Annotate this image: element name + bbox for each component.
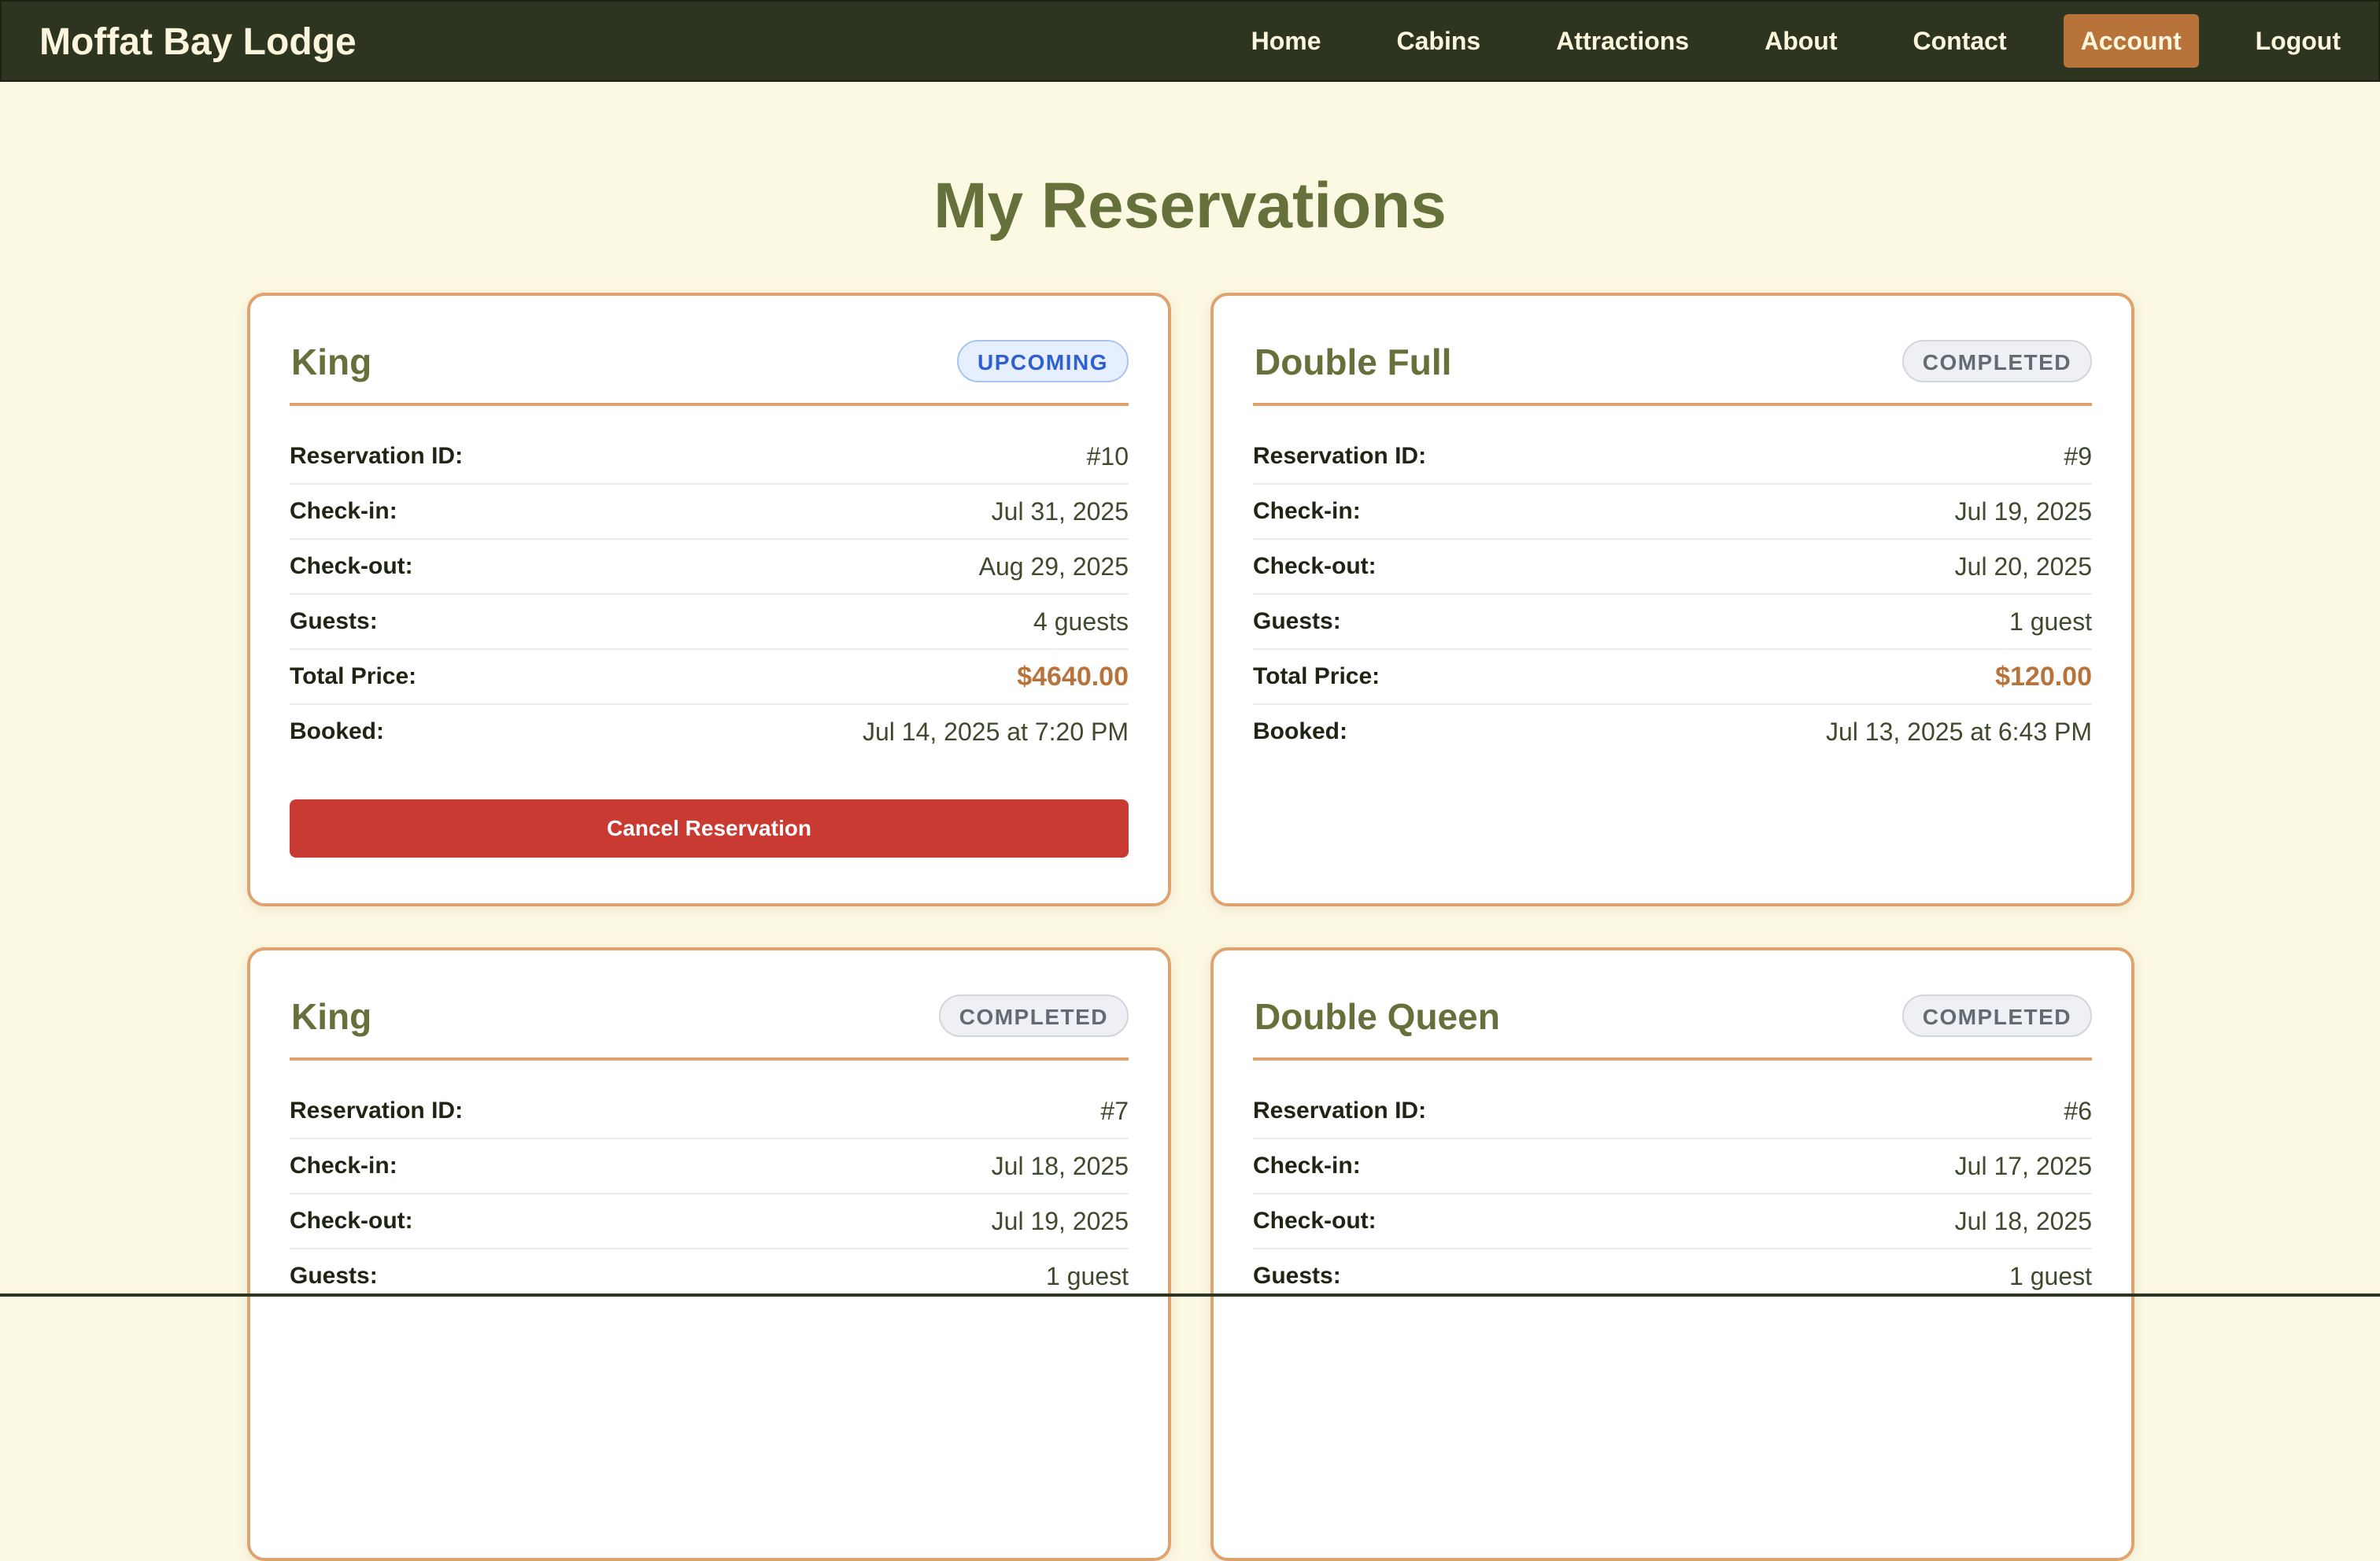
nav-link-home[interactable]: Home — [1232, 14, 1340, 68]
nav-link-contact[interactable]: Contact — [1894, 14, 2026, 68]
row-label: Check-in: — [290, 498, 397, 524]
room-name: Double Queen — [1255, 996, 1500, 1037]
row-value: #9 — [2064, 442, 2092, 471]
row-label: Total Price: — [1253, 663, 1380, 689]
row-value: 4 guests — [1033, 607, 1129, 636]
row-value: 1 guest — [1046, 1262, 1129, 1290]
window-bottom-edge — [0, 1293, 2380, 1297]
detail-row-check-in: Check-in: Jul 18, 2025 — [290, 1139, 1129, 1194]
row-value: Jul 20, 2025 — [1954, 552, 2092, 581]
row-label: Check-out: — [290, 553, 413, 579]
detail-row-total-price: Total Price: $120.00 — [1253, 650, 2092, 705]
card-header: Double Queen COMPLETED — [1253, 990, 2092, 1061]
reservation-card: King UPCOMING Reservation ID: #10 Check-… — [247, 293, 1171, 906]
detail-row-check-out: Check-out: Jul 18, 2025 — [1253, 1194, 2092, 1249]
room-name: King — [291, 996, 372, 1037]
detail-row-guests: Guests: 1 guest — [1253, 595, 2092, 650]
row-label: Check-in: — [1253, 498, 1361, 524]
row-label: Check-out: — [1253, 553, 1377, 579]
row-label: Reservation ID: — [1253, 1098, 1427, 1124]
detail-row-reservation-id: Reservation ID: #10 — [290, 430, 1129, 485]
detail-row-total-price: Total Price: $4640.00 — [290, 650, 1129, 705]
nav-link-cabins[interactable]: Cabins — [1378, 14, 1500, 68]
room-name: Double Full — [1255, 341, 1452, 382]
row-label: Total Price: — [290, 663, 417, 689]
card-header: King UPCOMING — [290, 335, 1129, 406]
nav-link-account[interactable]: Account — [2063, 14, 2199, 68]
detail-row-reservation-id: Reservation ID: #9 — [1253, 430, 2092, 485]
detail-row-reservation-id: Reservation ID: #6 — [1253, 1084, 2092, 1139]
room-name: King — [291, 341, 372, 382]
row-value: Jul 18, 2025 — [1954, 1207, 2092, 1235]
row-value: Jul 31, 2025 — [991, 497, 1129, 526]
card-header: Double Full COMPLETED — [1253, 335, 2092, 406]
row-value: Jul 13, 2025 at 6:43 PM — [1826, 718, 2092, 746]
row-label: Check-out: — [1253, 1208, 1377, 1234]
row-value-price: $120.00 — [1995, 662, 2092, 692]
row-label: Booked: — [290, 718, 384, 744]
row-value: 1 guest — [2009, 1262, 2092, 1290]
status-badge: UPCOMING — [957, 340, 1129, 382]
reservation-card: Double Full COMPLETED Reservation ID: #9… — [1210, 293, 2134, 906]
row-value: Jul 18, 2025 — [991, 1152, 1129, 1180]
detail-row-guests: Guests: 4 guests — [290, 595, 1129, 650]
detail-row-check-in: Check-in: Jul 17, 2025 — [1253, 1139, 2092, 1194]
row-label: Guests: — [290, 1263, 378, 1289]
page-title: My Reservations — [933, 170, 1447, 242]
row-value-price: $4640.00 — [1017, 662, 1129, 692]
nav-links: Home Cabins Attractions About Contact Ac… — [1214, 2, 2378, 80]
row-value: Jul 19, 2025 — [1954, 497, 2092, 526]
detail-row-check-in: Check-in: Jul 31, 2025 — [290, 485, 1129, 540]
status-badge: COMPLETED — [1901, 340, 2092, 382]
row-label: Guests: — [1253, 608, 1341, 634]
detail-row-check-in: Check-in: Jul 19, 2025 — [1253, 485, 2092, 540]
nav-link-attractions[interactable]: Attractions — [1537, 14, 1708, 68]
row-value: Aug 29, 2025 — [978, 552, 1129, 581]
row-label: Check-in: — [290, 1153, 397, 1179]
detail-row-check-out: Check-out: Aug 29, 2025 — [290, 540, 1129, 595]
row-value: 1 guest — [2009, 607, 2092, 636]
row-label: Check-out: — [290, 1208, 413, 1234]
nav-link-about[interactable]: About — [1746, 14, 1856, 68]
cancel-reservation-button[interactable]: Cancel Reservation — [290, 799, 1129, 858]
detail-row-reservation-id: Reservation ID: #7 — [290, 1084, 1129, 1139]
reservation-card: King COMPLETED Reservation ID: #7 Check-… — [247, 947, 1171, 1561]
detail-row-booked: Booked: Jul 13, 2025 at 6:43 PM — [1253, 705, 2092, 760]
row-value: Jul 17, 2025 — [1954, 1152, 2092, 1180]
reservation-card: Double Queen COMPLETED Reservation ID: #… — [1210, 947, 2134, 1561]
row-value: #7 — [1100, 1097, 1129, 1125]
row-label: Guests: — [1253, 1263, 1341, 1289]
row-label: Reservation ID: — [290, 443, 464, 469]
row-value: #6 — [2064, 1097, 2092, 1125]
row-label: Guests: — [290, 608, 378, 634]
detail-row-check-out: Check-out: Jul 19, 2025 — [290, 1194, 1129, 1249]
site-brand[interactable]: Moffat Bay Lodge — [39, 19, 357, 66]
top-nav: Moffat Bay Lodge Home Cabins Attractions… — [0, 0, 2380, 82]
card-header: King COMPLETED — [290, 990, 1129, 1061]
row-value: #10 — [1086, 442, 1129, 471]
status-badge: COMPLETED — [1901, 995, 2092, 1037]
row-value: Jul 19, 2025 — [991, 1207, 1129, 1235]
row-label: Reservation ID: — [290, 1098, 464, 1124]
detail-row-booked: Booked: Jul 14, 2025 at 7:20 PM — [290, 705, 1129, 760]
row-label: Booked: — [1253, 718, 1347, 744]
status-badge: COMPLETED — [938, 995, 1129, 1037]
nav-link-logout[interactable]: Logout — [2237, 14, 2360, 68]
row-label: Reservation ID: — [1253, 443, 1427, 469]
row-label: Check-in: — [1253, 1153, 1361, 1179]
detail-row-check-out: Check-out: Jul 20, 2025 — [1253, 540, 2092, 595]
row-value: Jul 14, 2025 at 7:20 PM — [863, 718, 1129, 746]
